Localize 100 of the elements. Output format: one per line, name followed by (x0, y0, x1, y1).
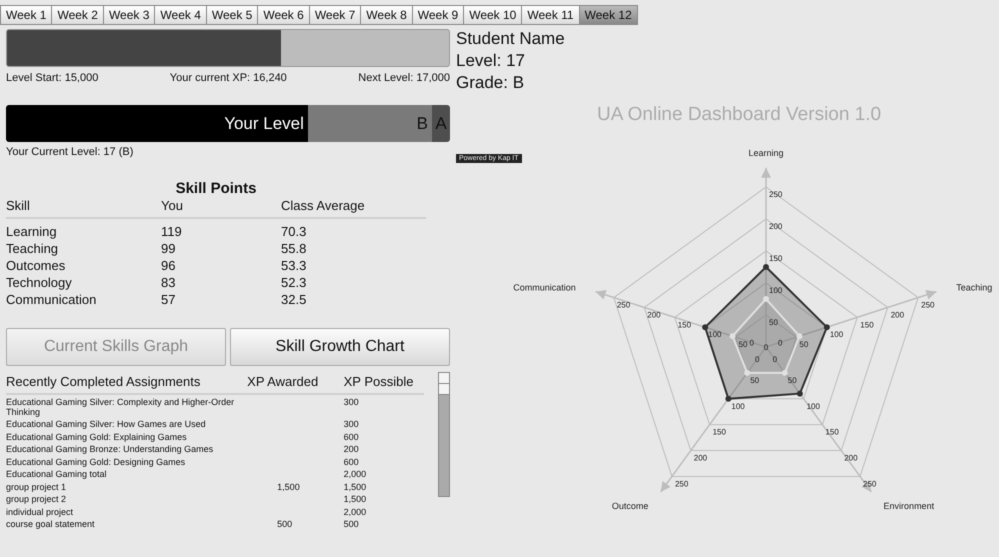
table-cell: group project 2 (6, 494, 66, 504)
column-header: You (161, 197, 281, 218)
table-cell: 2,000 (344, 469, 366, 479)
week-tab[interactable]: Week 11 (521, 5, 579, 25)
column-header: Recently Completed Assignments (6, 374, 248, 394)
table-cell-text: 99 (161, 240, 176, 257)
week-tab[interactable]: Week 7 (308, 5, 360, 25)
tick-label: 0 (778, 338, 782, 348)
axis-label: Teaching (956, 282, 992, 293)
tick-label: 200 (890, 310, 904, 320)
level-start-label: Level Start: 15,000 (6, 72, 98, 84)
axis-label: Communication (513, 282, 576, 293)
tick-label: 150 (860, 320, 874, 330)
table-cell-text: Teaching (6, 240, 60, 257)
level-fill: Your Level (6, 105, 308, 142)
grade-segment: A (432, 105, 450, 142)
table-cell-text: Technology (6, 274, 73, 291)
tick-label: 150 (825, 428, 839, 437)
dashboard-title: UA Online Dashboard Version 1.0 (597, 104, 882, 126)
week-tab[interactable]: Week 4 (154, 5, 206, 25)
table-cell: Educational Gaming Silver: How Games are Used (6, 419, 206, 429)
table-cell: 600 (344, 456, 359, 466)
tick-label: 100 (830, 330, 844, 340)
tick-label: 0 (772, 355, 778, 364)
tick-label: 100 (769, 286, 782, 295)
tick-label: 250 (863, 479, 876, 488)
scrollbar[interactable] (438, 372, 450, 497)
data-point (796, 390, 803, 397)
column-header: XP Awarded (247, 374, 344, 394)
week-tab[interactable]: Week 1 (0, 5, 52, 25)
column-header: XP Possible (344, 374, 424, 394)
table-cell: 300 (344, 419, 359, 429)
table-cell-text: 53.3 (281, 257, 308, 274)
student-level: Level: 17 (456, 50, 526, 72)
week-tab[interactable]: Week 10 (463, 5, 522, 25)
table-cell: group project 1 (6, 482, 66, 492)
week-tab[interactable]: Week 5 (206, 5, 258, 25)
data-point (763, 264, 769, 270)
table-cell: Educational Gaming Silver: Complexity and Higher-Order Thinking (6, 396, 234, 416)
tick-label: 200 (647, 310, 661, 320)
tick-label: 150 (678, 320, 692, 330)
week-tab[interactable]: Week 9 (412, 5, 464, 25)
view-button[interactable]: Skill Growth Chart (230, 328, 450, 366)
axis-label: Learning (748, 148, 784, 158)
table-cell-text: 96 (161, 257, 176, 274)
data-point (725, 396, 732, 402)
table-cell: 600 (344, 432, 359, 442)
skill-points-heading: Skill Points (174, 180, 258, 197)
axis-label: Outcome (612, 500, 648, 511)
axis-label: Environment (884, 500, 934, 511)
tick-label: 200 (694, 454, 708, 463)
grade-segment: B (308, 105, 432, 142)
tick-label: 50 (769, 318, 778, 327)
column-header: Class Average (281, 197, 426, 218)
data-point (782, 370, 788, 376)
tick-label: 250 (616, 300, 630, 310)
student-name: Student Name (456, 28, 566, 50)
table-cell: Educational Gaming Gold: Designing Games (6, 456, 186, 466)
column-header: Skill (6, 197, 161, 218)
tick-label: 50 (750, 376, 760, 385)
tick-label: 250 (769, 190, 782, 199)
tick-label: 150 (769, 254, 782, 263)
table-cell: Educational Gaming Gold: Explaining Games (6, 432, 187, 442)
current-level-text: Your Current Level: 17 (B) (6, 146, 134, 158)
week-tab[interactable]: Week 2 (51, 5, 103, 25)
table-cell-text: 32.5 (281, 291, 308, 308)
tick-label: 100 (806, 402, 820, 411)
tick-label: 50 (788, 376, 797, 385)
week-tab[interactable]: Week 8 (360, 5, 412, 25)
table-cell-text: 500 (276, 519, 292, 529)
table-cell-text: 83 (161, 274, 176, 291)
tick-label: 50 (799, 340, 808, 350)
table-cell: Learning (6, 218, 161, 240)
tick-label: 0 (764, 343, 768, 352)
table-cell-text: Outcomes (6, 257, 66, 274)
week-tab[interactable]: Week 6 (257, 5, 309, 25)
tick-label: 150 (712, 428, 726, 437)
student-grade: Grade: B (456, 72, 526, 94)
data-point (702, 324, 708, 330)
table-cell: individual project (6, 506, 74, 516)
table-cell: 70.3 (281, 218, 426, 240)
tick-label: 100 (708, 330, 722, 340)
table-cell-text: 55.8 (281, 240, 308, 257)
table-cell: 1,500 (344, 482, 366, 492)
week-tab[interactable]: Week 3 (102, 5, 154, 25)
next-level-label: Next Level: 17,000 (358, 72, 450, 84)
tick-label: 100 (731, 402, 745, 411)
table-cell: course goal statement (6, 519, 95, 529)
tick-label: 0 (750, 338, 754, 348)
table-cell-text: 52.3 (281, 274, 308, 291)
table-cell: 119 (161, 218, 281, 240)
table-cell: 2,000 (344, 506, 366, 516)
table-cell-text: 57 (161, 291, 176, 308)
table-cell-text: 1,500 (276, 482, 300, 492)
table-cell: 300 (344, 396, 359, 406)
week-tab[interactable]: Week 12 (578, 5, 638, 25)
table-cell: 1,500 (344, 494, 366, 504)
current-xp-label: Your current XP: 16,240 (170, 72, 287, 84)
table-cell: Educational Gaming Bronze: Understanding Games (6, 444, 214, 454)
data-point (744, 370, 750, 376)
